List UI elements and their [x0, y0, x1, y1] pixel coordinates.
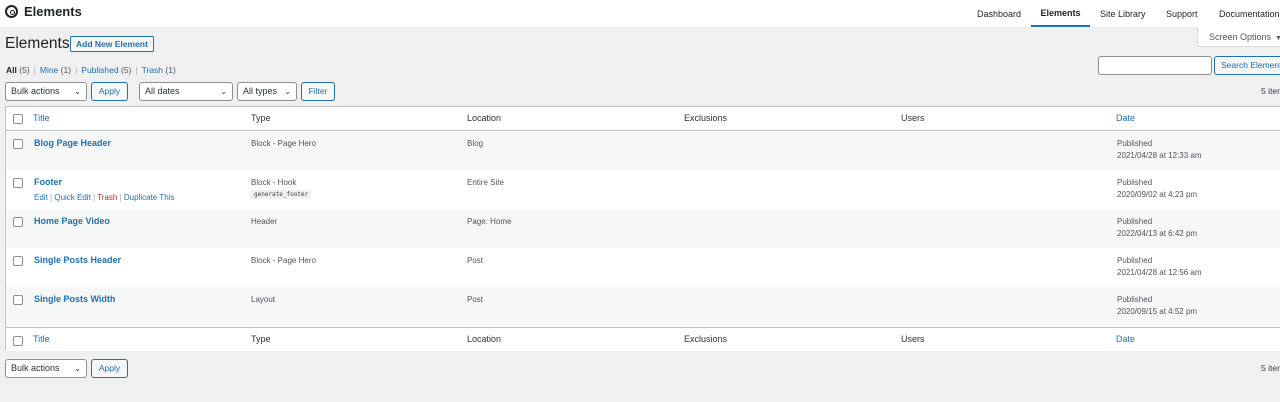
row-title-link[interactable]: Footer [34, 177, 62, 187]
table-header: Title Type Location Exclusions Users Dat… [6, 107, 1280, 131]
row-action-quick-edit[interactable]: Quick Edit [54, 193, 90, 202]
add-new-element-button[interactable]: Add New Element [70, 36, 154, 52]
column-exclusions-footer: Exclusions [684, 334, 728, 344]
elements-table: Title Type Location Exclusions Users Dat… [5, 106, 1280, 351]
row-type: Block - Hook [251, 178, 297, 187]
brand-title: Elements [24, 4, 82, 19]
select-all-checkbox[interactable] [13, 114, 23, 124]
row-date: 2020/09/02 at 4:23 pm [1117, 190, 1198, 199]
row-date: 2020/09/15 at 4:52 pm [1117, 307, 1198, 316]
nav-documentation[interactable]: Documentation [1219, 0, 1280, 27]
brand: Elements [5, 4, 82, 19]
row-status: Published [1117, 256, 1153, 265]
column-users-footer: Users [901, 334, 925, 344]
select-all-checkbox-footer[interactable] [13, 336, 23, 346]
row-action-edit[interactable]: Edit [34, 193, 48, 202]
row-location: Page: Home [467, 217, 512, 226]
row-action-trash[interactable]: Trash [97, 193, 117, 202]
row-title-link[interactable]: Single Posts Width [34, 294, 115, 304]
row-status: Published [1117, 295, 1153, 304]
row-checkbox[interactable] [13, 217, 23, 227]
row-date: 2021/04/28 at 12:33 am [1117, 151, 1202, 160]
row-type: Block - Page Hero [251, 256, 316, 265]
column-date-sort-footer[interactable]: Date [1116, 334, 1135, 344]
row-status: Published [1117, 139, 1153, 148]
row-date: 2021/04/28 at 12:56 am [1117, 268, 1202, 277]
row-checkbox[interactable] [13, 295, 23, 305]
chevron-down-icon: ⌄ [220, 87, 227, 96]
column-location: Location [467, 113, 502, 123]
table-row: Blog Page Header Block - Page Hero Blog … [6, 131, 1280, 170]
row-location: Post [467, 295, 484, 304]
row-title-link[interactable]: Blog Page Header [34, 138, 111, 148]
nav-elements[interactable]: Elements [1031, 0, 1090, 27]
filter-button[interactable]: Filter [301, 82, 335, 101]
admin-top-bar: Elements Dashboard Elements Site Library… [0, 0, 1280, 27]
apply-button-top[interactable]: Apply [91, 82, 128, 101]
row-checkbox[interactable] [13, 256, 23, 266]
date-filter-select[interactable]: All dates ⌄ [139, 82, 233, 101]
row-status: Published [1117, 217, 1153, 226]
row-hook-name: generate_footer [251, 190, 312, 199]
screen-options-toggle[interactable]: Screen Options ▼ [1197, 27, 1280, 47]
nav-dashboard[interactable]: Dashboard [977, 0, 1021, 27]
table-footer: Title Type Location Exclusions Users Dat… [6, 327, 1280, 351]
row-title-link[interactable]: Home Page Video [34, 216, 110, 226]
generatepress-logo-icon [5, 5, 18, 18]
items-count-bottom: 5 items [1261, 363, 1280, 373]
row-title-link[interactable]: Single Posts Header [34, 255, 121, 265]
table-row: Single Posts Header Block - Page Hero Po… [6, 248, 1280, 287]
row-checkbox[interactable] [13, 139, 23, 149]
row-location: Blog [467, 139, 484, 148]
column-type-footer: Type [251, 334, 271, 344]
column-users: Users [901, 113, 925, 123]
chevron-down-icon: ⌄ [74, 87, 81, 96]
type-filter-select[interactable]: All types ⌄ [237, 82, 297, 101]
column-location-footer: Location [467, 334, 502, 344]
screen-options-label: Screen Options [1209, 32, 1272, 42]
row-location: Entire Site [467, 178, 504, 187]
nav-site-library[interactable]: Site Library [1100, 0, 1146, 27]
items-count-top: 5 items [1261, 86, 1280, 96]
row-status: Published [1117, 178, 1153, 187]
status-views: All (5) | Mine (1) | Published (5) | Trash (1) [6, 65, 176, 75]
nav-support[interactable]: Support [1166, 0, 1198, 27]
bulk-actions-select-top[interactable]: Bulk actions ⌄ [5, 82, 87, 101]
chevron-down-icon: ⌄ [74, 364, 81, 373]
caret-down-icon: ▼ [1275, 35, 1280, 42]
search-elements-button[interactable]: Search Elements [1214, 56, 1280, 75]
row-actions: Edit | Quick Edit | Trash | Duplicate Th… [34, 193, 175, 202]
row-location: Post [467, 256, 484, 265]
bulk-actions-select-bottom[interactable]: Bulk actions ⌄ [5, 359, 87, 378]
row-checkbox[interactable] [13, 178, 23, 188]
table-row: Single Posts Width Layout Post Published… [6, 287, 1280, 326]
column-title-sort-footer[interactable]: Title [33, 334, 50, 344]
column-date-sort[interactable]: Date [1116, 113, 1135, 123]
row-type: Block - Page Hero [251, 139, 316, 148]
row-action-duplicate[interactable]: Duplicate This [124, 193, 175, 202]
table-row: Footer Edit | Quick Edit | Trash | Dupli… [6, 170, 1280, 209]
view-published[interactable]: Published (5) [81, 65, 131, 75]
table-row: Home Page Video Header Page: Home Publis… [6, 209, 1280, 248]
row-type: Header [251, 217, 278, 226]
column-exclusions: Exclusions [684, 113, 728, 123]
column-title-sort[interactable]: Title [33, 113, 50, 123]
view-trash[interactable]: Trash (1) [142, 65, 176, 75]
search-input[interactable] [1098, 56, 1212, 75]
page-title: Elements [5, 35, 70, 52]
row-type: Layout [251, 295, 276, 304]
view-mine[interactable]: Mine (1) [40, 65, 71, 75]
apply-button-bottom[interactable]: Apply [91, 359, 128, 378]
row-date: 2022/04/13 at 6:42 pm [1117, 229, 1198, 238]
view-all[interactable]: All (5) [6, 65, 30, 75]
column-type: Type [251, 113, 271, 123]
chevron-down-icon: ⌄ [284, 87, 291, 96]
